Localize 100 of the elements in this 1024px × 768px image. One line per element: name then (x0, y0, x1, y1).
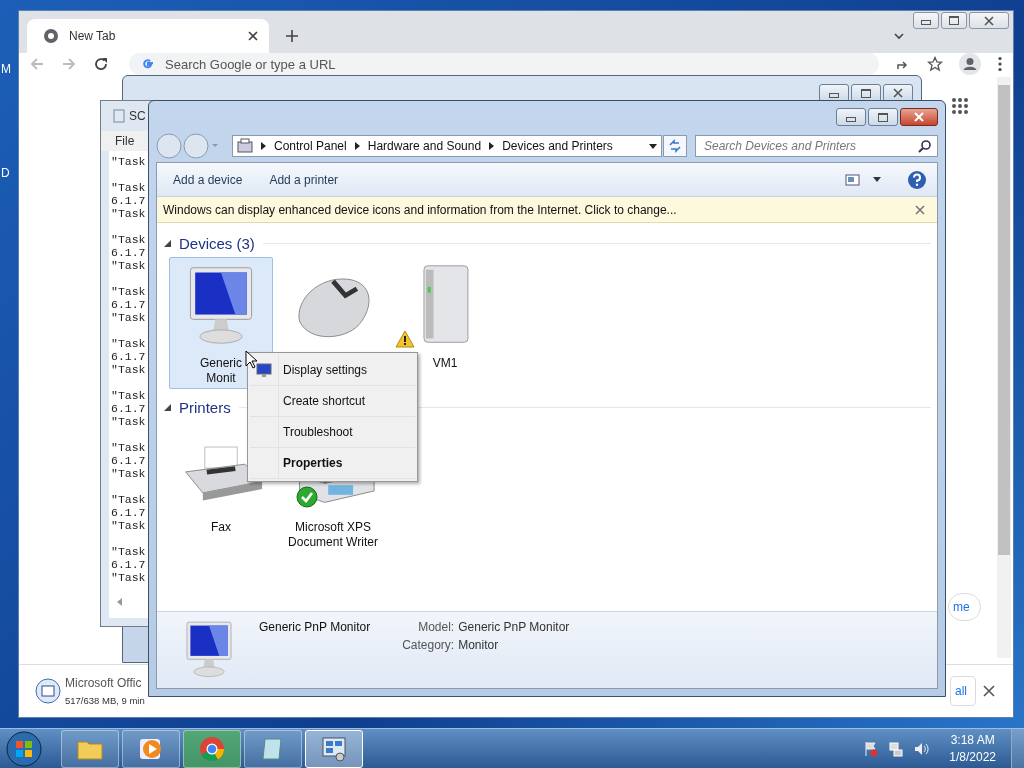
clock[interactable]: 3:18 AM 1/8/2022 (949, 733, 996, 764)
device-tile[interactable]: Generic Monit (169, 257, 273, 389)
network-icon[interactable] (888, 740, 905, 757)
text-line: "Task (111, 285, 146, 298)
scrollbar[interactable] (997, 77, 1011, 658)
menu-item[interactable]: File (115, 134, 135, 148)
breadcrumb-arrow-icon[interactable] (261, 142, 266, 150)
browser-icon (198, 734, 226, 763)
action-center-flag-icon[interactable] (863, 740, 880, 757)
group-header[interactable]: Printers (179, 398, 231, 416)
text-line: "Task (111, 155, 146, 168)
property-value: Generic PnP Monitor (458, 620, 570, 634)
start-button[interactable] (6, 730, 42, 767)
text-line: "Task (111, 337, 146, 350)
text-line: "Task (111, 207, 146, 220)
menu-item[interactable]: Properties (283, 454, 343, 472)
property-label: Category: (402, 638, 455, 652)
text-line: "Task (111, 441, 146, 454)
close-icon[interactable] (915, 204, 925, 215)
refresh-button[interactable] (663, 135, 687, 157)
close-button[interactable] (969, 12, 1009, 29)
desktop-icon-label[interactable]: D (1, 166, 10, 180)
text-line: 6.1.7 (111, 454, 146, 467)
menu-item[interactable]: Create shortcut (283, 392, 366, 410)
new-tab-icon[interactable] (285, 29, 299, 43)
menu-icon[interactable] (997, 56, 1003, 72)
text-line: 6.1.7 (111, 506, 146, 519)
dropdown-arrow-icon[interactable] (649, 143, 657, 149)
text-line: 6.1.7 (111, 402, 146, 415)
close-icon[interactable] (983, 685, 995, 697)
date-text: 1/8/2022 (949, 750, 996, 764)
view-options-icon[interactable] (845, 171, 861, 188)
breadcrumb-arrow-icon[interactable] (489, 142, 495, 150)
maximize-button[interactable] (941, 12, 967, 29)
search-field[interactable]: Search Devices and Printers (695, 135, 938, 157)
maximize-button[interactable] (868, 108, 898, 126)
info-bar-message: Windows can display enhanced device icons and information from the Internet. Click to change... (163, 202, 677, 217)
text-line: "Task (111, 571, 146, 584)
control-panel-icon (320, 734, 348, 763)
notepad-icon (112, 109, 126, 123)
device-label: Fax (211, 520, 231, 535)
text-line: "Task (111, 493, 146, 506)
minimize-button[interactable] (913, 12, 939, 29)
breadcrumb[interactable]: Hardware and Sound (367, 139, 482, 153)
close-button[interactable] (900, 108, 938, 126)
breadcrumb[interactable]: Devices and Printers (502, 139, 613, 153)
text-line: "Task (111, 545, 146, 558)
help-icon[interactable] (907, 169, 927, 190)
reload-icon[interactable] (93, 56, 109, 72)
download-file-name[interactable]: Microsoft Offic (65, 676, 142, 690)
disc-image-icon (35, 678, 61, 704)
menu-item[interactable]: Display settings (283, 361, 368, 379)
text-line: 6.1.7 (111, 194, 146, 207)
show-desktop-button[interactable] (1011, 728, 1024, 768)
text-line: "Task (111, 363, 146, 376)
close-icon[interactable] (247, 30, 259, 42)
collapse-arrow-icon[interactable] (163, 239, 171, 247)
device-label: Generic (200, 356, 242, 371)
close-icon (984, 15, 994, 26)
device-label: Document Writer (288, 535, 378, 550)
collapse-arrow-icon[interactable] (163, 403, 171, 411)
text-line: "Task (111, 415, 146, 428)
close-icon (914, 112, 924, 122)
apps-grid-icon[interactable] (951, 97, 969, 115)
toolbar-button[interactable]: Add a printer (269, 168, 350, 191)
browser-tab[interactable]: New Tab (27, 19, 269, 53)
text-line: "Task (111, 311, 146, 324)
chevron-down-icon[interactable] (893, 30, 905, 42)
address-bar[interactable]: Search Google or type a URL (129, 53, 879, 75)
device-tile[interactable]: VM1 (393, 257, 497, 374)
show-all-button[interactable]: all (950, 676, 976, 706)
device-label: VM1 (432, 356, 458, 371)
toolbar-button[interactable]: Add a device (173, 168, 254, 191)
address-bar[interactable]: Control Panel Hardware and Sound Devices and Printers (232, 135, 662, 157)
group-header[interactable]: Devices (3) (179, 234, 255, 252)
profile-icon[interactable] (959, 53, 981, 75)
taskbar-button[interactable] (305, 729, 363, 768)
desktop-icon-label[interactable]: M (1, 62, 11, 76)
text-line: 6.1.7 (111, 246, 146, 259)
property-label: Model: (417, 620, 455, 634)
minimize-button[interactable] (836, 108, 866, 126)
refresh-icon (668, 139, 682, 153)
customize-button[interactable]: me (948, 593, 981, 621)
star-icon[interactable] (927, 56, 943, 72)
menu-item[interactable]: Troubleshoot (283, 423, 353, 441)
search-icon (918, 139, 932, 153)
dropdown-arrow-icon[interactable] (873, 177, 881, 182)
text-line: 6.1.7 (111, 558, 146, 571)
breadcrumb-arrow-icon[interactable] (354, 142, 360, 150)
taskbar-button[interactable] (61, 729, 119, 768)
device-name: Generic PnP Monitor (259, 619, 371, 634)
device-label: Monit (206, 371, 236, 386)
control-panel-icon (237, 138, 253, 154)
taskbar-button[interactable] (122, 729, 180, 768)
info-bar[interactable]: Windows can display enhanced device icons and information from the Internet. Click to change... (157, 197, 937, 223)
text-line: "Task (111, 389, 146, 402)
breadcrumb[interactable]: Control Panel (274, 139, 347, 153)
tab-title: New Tab (69, 29, 116, 43)
taskbar-button[interactable] (244, 729, 302, 768)
close-icon (893, 88, 903, 98)
